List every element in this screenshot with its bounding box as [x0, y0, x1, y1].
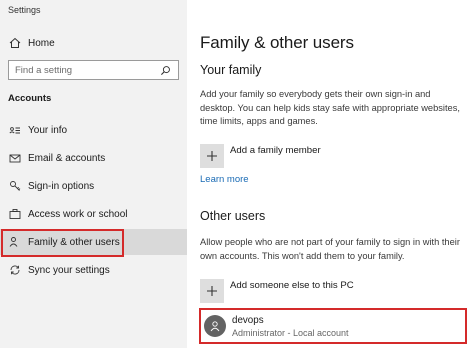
- person-card-icon: [8, 123, 22, 137]
- user-text: devops Administrator - Local account: [232, 315, 349, 338]
- briefcase-icon: [8, 207, 22, 221]
- user-role: Administrator - Local account: [232, 327, 349, 338]
- sidebar-item-label: Email & accounts: [28, 152, 106, 164]
- section-label-accounts: Accounts: [8, 93, 52, 104]
- add-someone-else-button[interactable]: Add someone else to this PC: [200, 279, 354, 303]
- highlight-box-sidebar: [1, 229, 124, 257]
- search-input[interactable]: [9, 64, 159, 76]
- sidebar-item-your-info[interactable]: Your info: [0, 117, 187, 143]
- add-family-member-button[interactable]: Add a family member: [200, 144, 321, 168]
- other-users-description: Allow people who are not part of your fa…: [200, 237, 460, 261]
- search-icon[interactable]: [159, 64, 171, 76]
- avatar: [204, 315, 226, 337]
- user-account-devops[interactable]: devops Administrator - Local account: [199, 308, 467, 344]
- sidebar-item-email-accounts[interactable]: Email & accounts: [0, 145, 187, 171]
- other-users-heading: Other users: [200, 209, 266, 223]
- sidebar-home[interactable]: Home: [0, 30, 187, 56]
- sidebar-item-label: Sync your settings: [28, 264, 110, 276]
- sync-icon: [8, 263, 22, 277]
- window-title: Settings: [8, 5, 41, 15]
- your-family-heading: Your family: [200, 63, 262, 77]
- sidebar-item-access-work[interactable]: Access work or school: [0, 201, 187, 227]
- add-someone-else-label: Add someone else to this PC: [230, 280, 354, 291]
- learn-more-link[interactable]: Learn more: [200, 174, 249, 185]
- user-icon: [210, 321, 220, 332]
- your-family-description: Add your family so everybody gets their …: [200, 89, 460, 126]
- sidebar-item-label: Sign-in options: [28, 180, 95, 192]
- add-family-member-label: Add a family member: [230, 145, 321, 156]
- sidebar-item-sync-settings[interactable]: Sync your settings: [0, 257, 187, 283]
- plus-icon: [200, 144, 224, 168]
- key-icon: [8, 179, 22, 193]
- user-name: devops: [232, 314, 264, 326]
- plus-icon: [200, 279, 224, 303]
- home-icon: [8, 36, 22, 50]
- search-box: [8, 60, 179, 80]
- sidebar-home-label: Home: [28, 37, 55, 49]
- main-content: Family & other users Your family Add you…: [187, 0, 474, 348]
- sidebar-item-sign-in-options[interactable]: Sign-in options: [0, 173, 187, 199]
- sidebar-item-label: Your info: [28, 124, 68, 136]
- page-title: Family & other users: [200, 33, 354, 52]
- mail-icon: [8, 151, 22, 165]
- sidebar-item-label: Access work or school: [28, 208, 128, 220]
- sidebar: Settings Home Accounts Your info Email &…: [0, 0, 187, 348]
